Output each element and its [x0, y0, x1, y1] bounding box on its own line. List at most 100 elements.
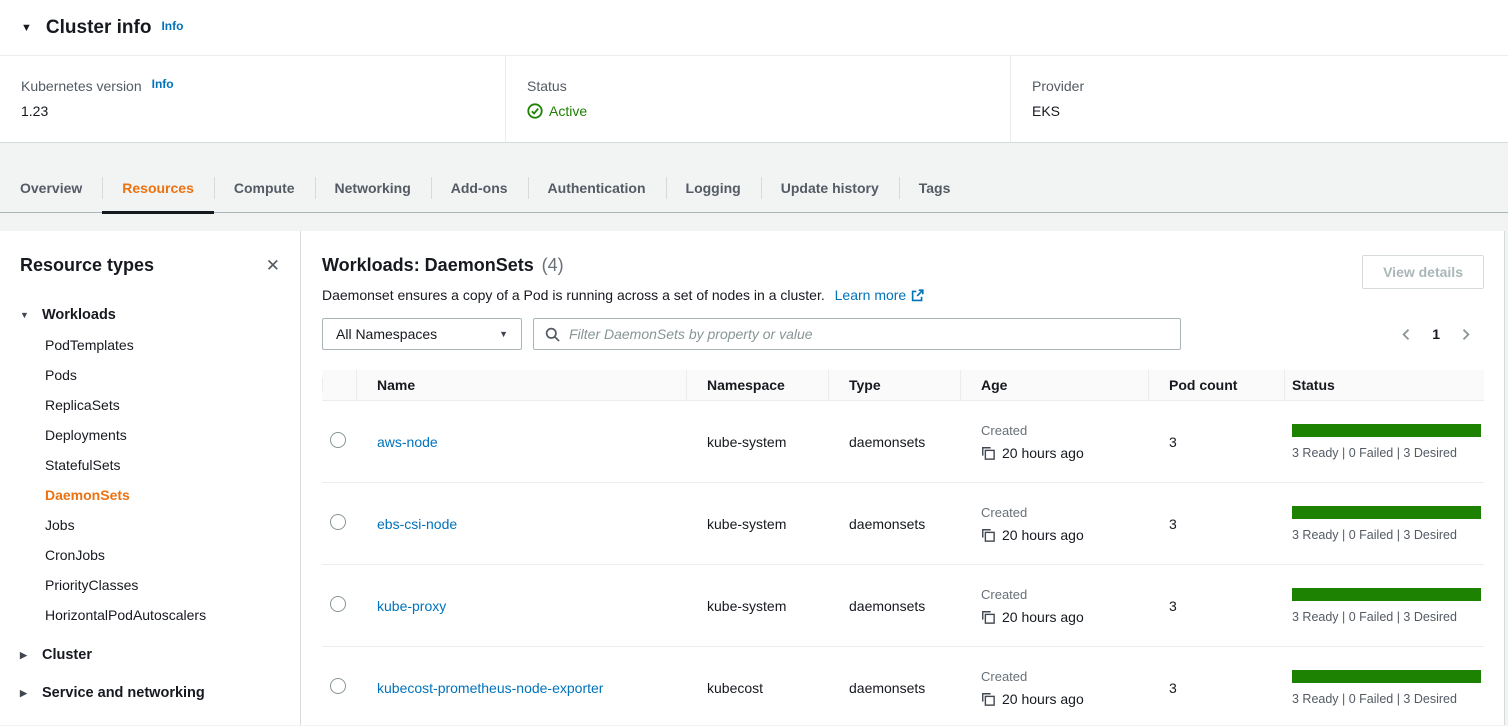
tab-authentication[interactable]: Authentication — [528, 164, 666, 212]
status-cell: 3 Ready | 0 Failed | 3 Desired — [1284, 670, 1484, 706]
table-row[interactable]: kubecost-prometheus-node-exporter kubeco… — [322, 647, 1484, 725]
column-header-status: Status — [1284, 377, 1484, 393]
page-title: Cluster info — [46, 17, 152, 39]
provider-field: Provider EKS — [1010, 56, 1508, 142]
namespace-cell: kube-system — [686, 434, 828, 450]
row-radio[interactable] — [330, 596, 346, 612]
copy-icon[interactable] — [981, 692, 995, 706]
section-label-cluster: Cluster — [42, 647, 92, 663]
type-cell: daemonsets — [828, 598, 960, 614]
kubernetes-version-value: 1.23 — [21, 103, 485, 119]
status-caption: 3 Ready | 0 Failed | 3 Desired — [1292, 446, 1481, 460]
row-radio[interactable] — [330, 514, 346, 530]
cluster-summary-card: Kubernetes version Info 1.23 Status Acti… — [0, 56, 1508, 143]
daemonset-name-link[interactable]: aws-node — [377, 434, 438, 450]
close-icon[interactable]: ✕ — [262, 255, 284, 276]
kubernetes-version-info-link[interactable]: Info — [152, 77, 174, 91]
column-header-namespace: Namespace — [686, 377, 828, 393]
copy-icon[interactable] — [981, 446, 995, 460]
panel-title: Workloads: DaemonSets — [322, 255, 534, 275]
current-page[interactable]: 1 — [1432, 326, 1440, 342]
daemonset-name-link[interactable]: ebs-csi-node — [377, 516, 457, 532]
provider-value: EKS — [1032, 103, 1488, 119]
age-cell: Created 20 hours ago — [960, 587, 1148, 625]
sidebar-item-horizontalpodautoscalers[interactable]: HorizontalPodAutoscalers — [20, 600, 284, 630]
age-value: 20 hours ago — [1002, 609, 1084, 625]
caret-down-icon: ▼ — [20, 310, 31, 320]
tab-resources[interactable]: Resources — [102, 164, 214, 212]
sidebar-item-statefulsets[interactable]: StatefulSets — [20, 450, 284, 480]
daemonsets-table: NameNamespaceTypeAgePod countStatus aws-… — [322, 370, 1484, 725]
filter-search — [533, 318, 1181, 350]
tabs-band: OverviewResourcesComputeNetworkingAdd-on… — [0, 143, 1508, 213]
sidebar-item-pods[interactable]: Pods — [20, 360, 284, 390]
row-radio[interactable] — [330, 432, 346, 448]
tab-update-history[interactable]: Update history — [761, 164, 899, 212]
type-cell: daemonsets — [828, 516, 960, 532]
section-label-workloads: Workloads — [42, 307, 116, 323]
table-row[interactable]: ebs-csi-node kube-system daemonsets Crea… — [322, 483, 1484, 565]
pagination: 1 — [1398, 326, 1484, 343]
copy-icon[interactable] — [981, 528, 995, 542]
sidebar-item-replicasets[interactable]: ReplicaSets — [20, 390, 284, 420]
sidebar-section-workloads[interactable]: ▼ Workloads — [20, 302, 284, 328]
age-value: 20 hours ago — [1002, 691, 1084, 707]
next-page-button[interactable] — [1457, 326, 1474, 343]
row-radio[interactable] — [330, 678, 346, 694]
table-row[interactable]: aws-node kube-system daemonsets Created … — [322, 401, 1484, 483]
age-created-label: Created — [981, 505, 1148, 520]
status-caption: 3 Ready | 0 Failed | 3 Desired — [1292, 610, 1481, 624]
namespace-cell: kubecost — [686, 680, 828, 696]
table-body: aws-node kube-system daemonsets Created … — [322, 401, 1484, 725]
status-cell: 3 Ready | 0 Failed | 3 Desired — [1284, 424, 1484, 460]
status-progress-bar — [1292, 424, 1481, 437]
sidebar-item-podtemplates[interactable]: PodTemplates — [20, 330, 284, 360]
namespace-cell: kube-system — [686, 516, 828, 532]
column-header-pod-count: Pod count — [1148, 377, 1284, 393]
learn-more-link[interactable]: Learn more — [835, 287, 925, 303]
type-cell: daemonsets — [828, 680, 960, 696]
age-created-label: Created — [981, 587, 1148, 602]
caret-right-icon: ▶ — [20, 688, 31, 699]
cluster-info-link[interactable]: Info — [161, 19, 183, 33]
age-cell: Created 20 hours ago — [960, 505, 1148, 543]
age-cell: Created 20 hours ago — [960, 423, 1148, 461]
prev-page-button[interactable] — [1398, 326, 1415, 343]
age-created-label: Created — [981, 423, 1148, 438]
namespace-select[interactable]: All Namespaces ▼ — [322, 318, 522, 350]
sidebar-section-service-and-networking[interactable]: ▶ Service and networking — [20, 680, 284, 706]
age-created-label: Created — [981, 669, 1148, 684]
chevron-down-icon: ▼ — [499, 329, 508, 339]
tab-compute[interactable]: Compute — [214, 164, 315, 212]
daemonset-name-link[interactable]: kube-proxy — [377, 598, 446, 614]
sidebar-section-cluster[interactable]: ▶ Cluster — [20, 642, 284, 668]
sidebar-item-cronjobs[interactable]: CronJobs — [20, 540, 284, 570]
tab-tags[interactable]: Tags — [899, 164, 971, 212]
kubernetes-version-label: Kubernetes version — [21, 78, 142, 94]
tab-logging[interactable]: Logging — [666, 164, 761, 212]
status-progress-bar — [1292, 506, 1481, 519]
search-input[interactable] — [569, 326, 1169, 342]
column-header-age: Age — [960, 377, 1148, 393]
copy-icon[interactable] — [981, 610, 995, 624]
sidebar-item-priorityclasses[interactable]: PriorityClasses — [20, 570, 284, 600]
tab-networking[interactable]: Networking — [315, 164, 431, 212]
status-badge: Active — [549, 103, 587, 119]
column-header-type: Type — [828, 377, 960, 393]
search-icon — [545, 327, 560, 342]
sidebar-item-jobs[interactable]: Jobs — [20, 510, 284, 540]
age-value: 20 hours ago — [1002, 527, 1084, 543]
pod-count-cell: 3 — [1148, 516, 1284, 532]
table-row[interactable]: kube-proxy kube-system daemonsets Create… — [322, 565, 1484, 647]
tab-bar: OverviewResourcesComputeNetworkingAdd-on… — [0, 164, 1508, 213]
daemonset-name-link[interactable]: kubecost-prometheus-node-exporter — [377, 680, 603, 696]
pod-count-cell: 3 — [1148, 680, 1284, 696]
view-details-button[interactable]: View details — [1362, 255, 1484, 289]
tab-add-ons[interactable]: Add-ons — [431, 164, 528, 212]
tab-overview[interactable]: Overview — [0, 164, 102, 212]
sidebar-item-daemonsets[interactable]: DaemonSets — [20, 480, 284, 510]
collapse-section-icon[interactable]: ▼ — [21, 22, 32, 34]
age-cell: Created 20 hours ago — [960, 669, 1148, 707]
type-cell: daemonsets — [828, 434, 960, 450]
sidebar-item-deployments[interactable]: Deployments — [20, 420, 284, 450]
